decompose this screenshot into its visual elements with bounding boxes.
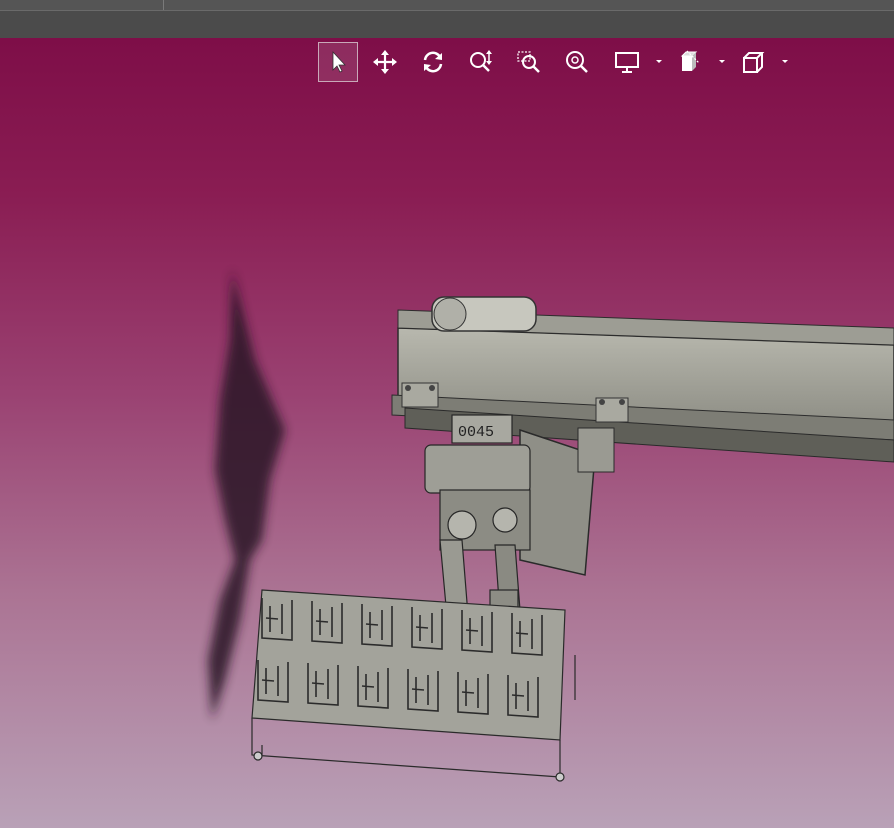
section-view-button[interactable] bbox=[670, 42, 710, 82]
zoom-window-button[interactable] bbox=[509, 42, 549, 82]
model-label-text: 0045 bbox=[458, 424, 494, 441]
cube-icon bbox=[743, 52, 765, 73]
3d-model-scene[interactable]: 0045 bbox=[0, 0, 894, 828]
pan-tool-button[interactable] bbox=[365, 42, 405, 82]
monitor-icon bbox=[615, 52, 639, 73]
zoom-fit-icon bbox=[566, 51, 588, 73]
rotate-tool-button[interactable] bbox=[413, 42, 453, 82]
view-orientation-button[interactable] bbox=[733, 42, 773, 82]
zoom-window-icon bbox=[517, 51, 540, 73]
display-style-button[interactable] bbox=[607, 42, 647, 82]
chevron-down-icon[interactable] bbox=[654, 56, 664, 66]
zoom-updown-icon bbox=[470, 50, 492, 72]
select-tool-button[interactable] bbox=[318, 42, 358, 82]
fixture-rack bbox=[251, 589, 576, 782]
zoom-fit-button[interactable] bbox=[557, 42, 597, 82]
section-view-icon bbox=[680, 50, 700, 71]
arrow-cursor-icon bbox=[332, 50, 346, 73]
chevron-down-icon[interactable] bbox=[717, 56, 727, 66]
move-arrows-icon bbox=[373, 50, 397, 74]
rotate-icon bbox=[423, 51, 443, 73]
zoom-tool-button[interactable] bbox=[461, 42, 501, 82]
chevron-down-icon[interactable] bbox=[780, 56, 790, 66]
